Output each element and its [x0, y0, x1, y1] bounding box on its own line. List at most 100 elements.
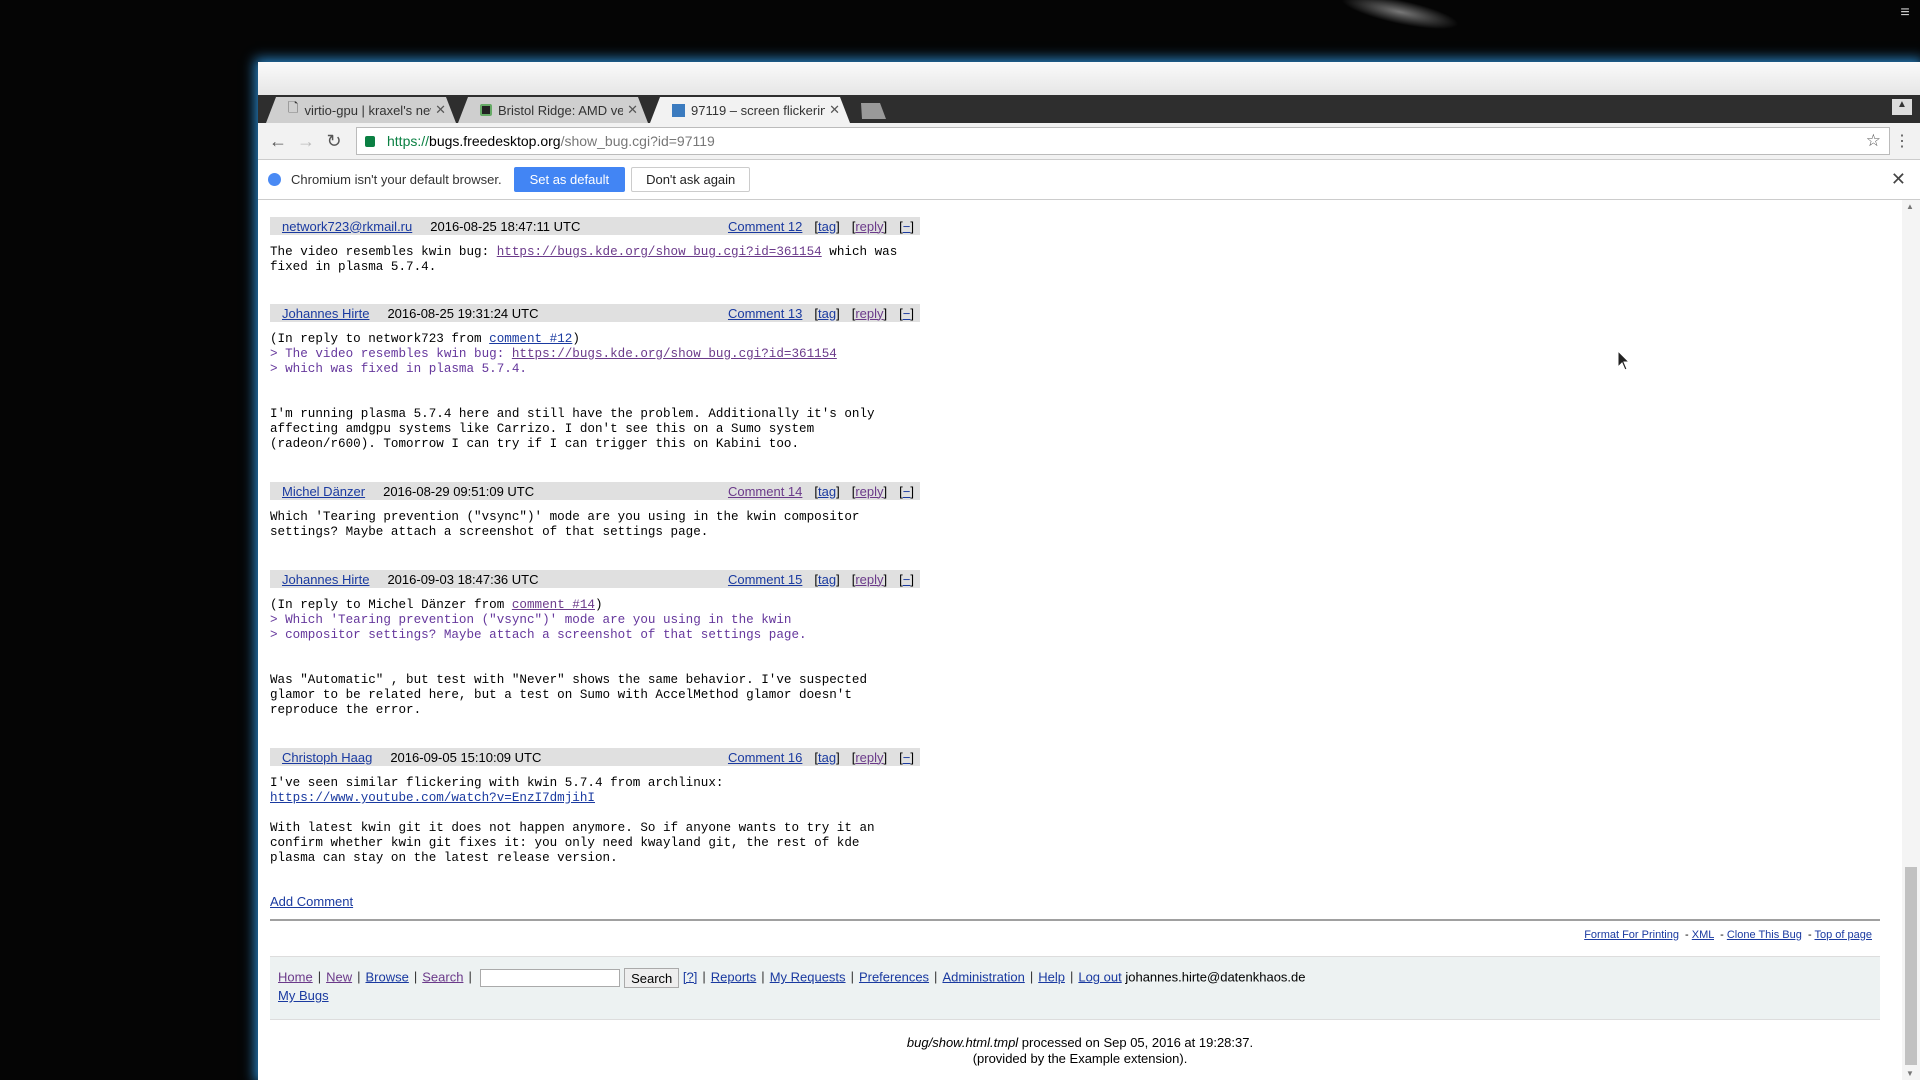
nav-home[interactable]: Home: [278, 969, 313, 984]
browser-window: 🗋virtio-gpu | kraxel's news✕ Bristol Rid…: [258, 62, 1920, 1080]
quicksearch-help-link[interactable]: [?]: [683, 969, 697, 984]
comment-author[interactable]: Johannes Hirte: [282, 306, 369, 321]
tag-link[interactable]: [tag]: [814, 306, 839, 321]
tab-bug-97119[interactable]: 97119 – screen flickering ✕: [650, 97, 850, 123]
nav-my-bugs[interactable]: My Bugs: [278, 988, 329, 1003]
user-email: johannes.hirte@datenkhaos.de: [1125, 969, 1306, 985]
reply-link[interactable]: [reply]: [852, 484, 887, 499]
hamburger-icon[interactable]: ≡: [1894, 4, 1916, 24]
nav-reports[interactable]: Reports: [711, 969, 757, 984]
address-bar[interactable]: https://bugs.freedesktop.org/show_bug.cg…: [356, 127, 1890, 155]
chromium-icon: [268, 173, 281, 186]
comment-15: Johannes Hirte 2016-09-03 18:47:36 UTC C…: [270, 570, 920, 718]
scroll-down-icon[interactable]: ▼: [1906, 1069, 1914, 1078]
reply-link[interactable]: [reply]: [852, 219, 887, 234]
comment-link[interactable]: Comment 15: [728, 572, 802, 587]
add-comment-link[interactable]: Add Comment: [270, 894, 353, 909]
collapse-link[interactable]: [−]: [899, 572, 914, 587]
collapse-link[interactable]: [−]: [899, 219, 914, 234]
close-tab-icon[interactable]: ✕: [627, 102, 638, 118]
comment-ref-link[interactable]: comment #14: [512, 598, 595, 612]
toolbar: ← → ↻ https://bugs.freedesktop.org/show_…: [258, 123, 1920, 160]
youtube-link[interactable]: https://www.youtube.com/watch?v=EnzI7dmj…: [270, 791, 595, 805]
nav-log-out[interactable]: Log out: [1078, 969, 1121, 984]
clone-bug-link[interactable]: Clone This Bug: [1727, 929, 1802, 941]
reply-link[interactable]: [reply]: [852, 572, 887, 587]
comment-date: 2016-08-25 19:31:24 UTC: [387, 305, 539, 321]
comment-text: Which 'Tearing prevention ("vsync")' mod…: [270, 510, 860, 539]
comment-text: I've seen similar flickering with kwin 5…: [270, 776, 875, 865]
set-default-button[interactable]: Set as default: [513, 167, 626, 192]
extension-note: (provided by the Example extension).: [972, 1051, 1188, 1066]
tab-strip: 🗋virtio-gpu | kraxel's news✕ Bristol Rid…: [258, 95, 1920, 123]
back-icon[interactable]: ←: [264, 131, 292, 152]
forward-icon[interactable]: →: [292, 131, 320, 152]
window-profile-button[interactable]: ▲: [1892, 99, 1912, 115]
quicksearch-input[interactable]: [480, 969, 621, 987]
close-tab-icon[interactable]: ✕: [435, 102, 446, 118]
nav-administration[interactable]: Administration: [942, 969, 1024, 984]
tab-virtio-gpu[interactable]: 🗋virtio-gpu | kraxel's news✕: [266, 97, 456, 123]
nav-help[interactable]: Help: [1038, 969, 1065, 984]
top-of-page-link[interactable]: Top of page: [1815, 929, 1873, 941]
comment-header: Michel Dänzer 2016-08-29 09:51:09 UTC Co…: [270, 482, 920, 500]
xml-link[interactable]: XML: [1692, 929, 1714, 941]
comment-author[interactable]: Michel Dänzer: [282, 484, 365, 499]
lock-icon: [365, 135, 375, 147]
template-name: bug/show.html.tmpl: [906, 1035, 1019, 1050]
bookmark-star-icon[interactable]: ☆: [1866, 131, 1881, 151]
bugzilla-footer-nav: Home | New | Browse | Search | Search [?] | Repor…: [270, 956, 1880, 1020]
footer-links: Format For Printing - XML - Clone This B…: [1584, 929, 1872, 941]
comment-author[interactable]: Christoph Haag: [282, 750, 372, 765]
close-tab-icon[interactable]: ✕: [829, 102, 840, 118]
comment-12: network723@rkmail.ru 2016-08-25 18:47:11…: [270, 217, 920, 275]
title-bar: [258, 62, 1920, 95]
search-button[interactable]: Search: [624, 968, 680, 988]
nav-browse[interactable]: Browse: [365, 969, 408, 984]
comment-text: The video resembles kwin bug: https://bu…: [270, 245, 898, 274]
dont-ask-again-button[interactable]: Don't ask again: [631, 167, 751, 192]
comment-link[interactable]: Comment 12: [728, 219, 802, 234]
default-browser-infobar: Chromium isn't your default browser. Set…: [258, 160, 1920, 200]
site-favicon: [480, 104, 492, 116]
tag-link[interactable]: [tag]: [814, 750, 839, 765]
nav-search[interactable]: Search: [422, 969, 463, 984]
bugzilla-favicon: [672, 104, 685, 117]
tag-link[interactable]: [tag]: [814, 484, 839, 499]
kde-bug-link[interactable]: https://bugs.kde.org/show_bug.cgi?id=361…: [512, 347, 837, 361]
reply-link[interactable]: [reply]: [852, 750, 887, 765]
collapse-link[interactable]: [−]: [899, 306, 914, 321]
collapse-link[interactable]: [−]: [899, 750, 914, 765]
page-content: network723@rkmail.ru 2016-08-25 18:47:11…: [258, 200, 1902, 1080]
collapse-link[interactable]: [−]: [899, 484, 914, 499]
comment-14: Michel Dänzer 2016-08-29 09:51:09 UTC Co…: [270, 482, 920, 540]
comment-link[interactable]: Comment 16: [728, 750, 802, 765]
nav-new[interactable]: New: [326, 969, 352, 984]
kebab-menu-icon[interactable]: ⋮: [1890, 131, 1914, 151]
comment-header: Johannes Hirte 2016-09-03 18:47:36 UTC C…: [270, 570, 920, 588]
scroll-up-icon[interactable]: ▲: [1906, 202, 1914, 211]
nav-preferences[interactable]: Preferences: [859, 969, 929, 984]
comment-header: Johannes Hirte 2016-08-25 19:31:24 UTC C…: [270, 304, 920, 322]
nav-my-requests[interactable]: My Requests: [770, 969, 846, 984]
format-for-printing-link[interactable]: Format For Printing: [1584, 929, 1679, 941]
scrollbar-thumb[interactable]: [1905, 867, 1917, 1065]
vertical-scrollbar[interactable]: ▲ ▼: [1902, 200, 1920, 1080]
tag-link[interactable]: [tag]: [814, 219, 839, 234]
kde-bug-link[interactable]: https://bugs.kde.org/show_bug.cgi?id=361…: [497, 245, 822, 259]
comment-text: (In reply to Michel Dänzer from comment …: [270, 598, 868, 717]
comment-link[interactable]: Comment 14: [728, 484, 802, 499]
comment-author[interactable]: Johannes Hirte: [282, 572, 369, 587]
tab-bristol-ridge[interactable]: Bristol Ridge: AMD very ✕: [458, 97, 648, 123]
page-icon: 🗋: [288, 100, 299, 115]
comment-link[interactable]: Comment 13: [728, 306, 802, 321]
reply-link[interactable]: [reply]: [852, 306, 887, 321]
comment-date: 2016-09-05 15:10:09 UTC: [390, 749, 542, 765]
reload-icon[interactable]: ↻: [320, 131, 348, 152]
close-icon[interactable]: ✕: [1891, 169, 1906, 190]
tag-link[interactable]: [tag]: [814, 572, 839, 587]
comment-header: Christoph Haag 2016-09-05 15:10:09 UTC C…: [270, 748, 920, 766]
comment-author[interactable]: network723@rkmail.ru: [282, 219, 412, 234]
comment-ref-link[interactable]: comment #12: [489, 332, 572, 346]
new-tab-button[interactable]: [861, 103, 886, 119]
